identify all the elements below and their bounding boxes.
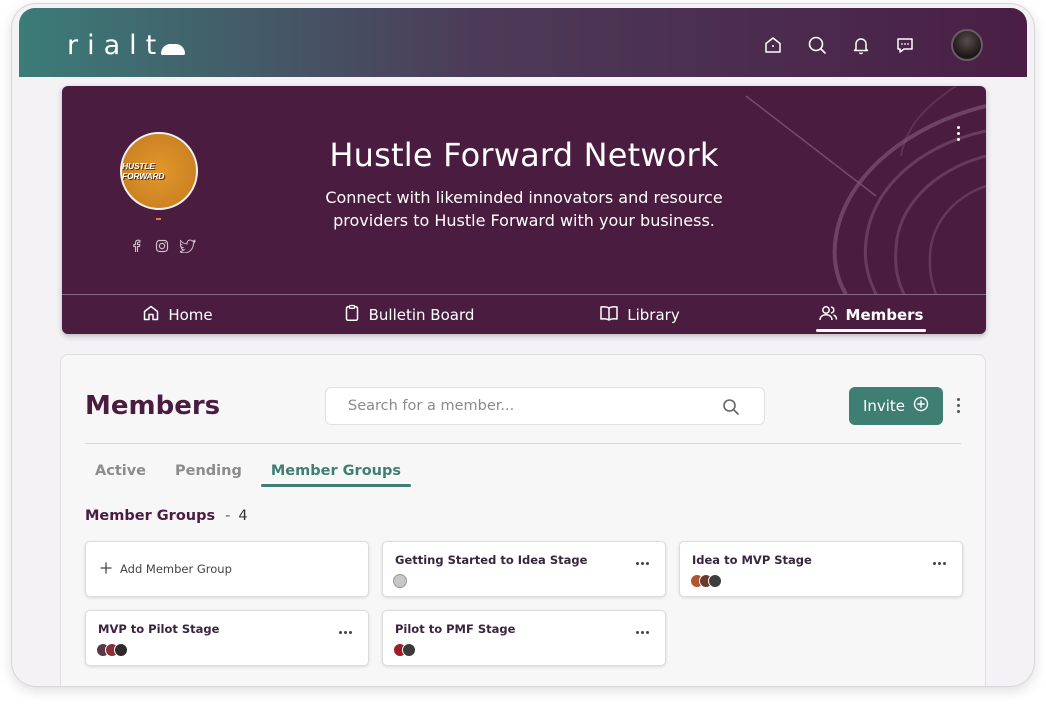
more-horizontal-icon[interactable] [339,631,352,634]
nav-bulletin-board[interactable]: Bulletin Board [293,295,524,334]
nav-home[interactable]: Home [62,295,293,334]
logo-hat-mark [161,44,186,55]
member-group-card[interactable]: MVP to Pilot Stage [85,610,369,666]
member-avatars [690,574,722,588]
member-group-name: MVP to Pilot Stage [98,622,220,636]
plus-icon [100,561,112,577]
member-group-card[interactable]: Getting Started to Idea Stage [382,541,666,597]
social-links [128,238,196,254]
facebook-icon[interactable] [128,238,144,254]
community-name: Hustle Forward Network [329,136,719,174]
nav-members-label: Members [845,305,924,324]
tab-member-groups[interactable]: Member Groups [260,459,412,487]
header-divider [85,443,961,444]
nav-bulletin-board-label: Bulletin Board [368,305,475,324]
tab-pending[interactable]: Pending [165,459,252,487]
community-logo: HUSTLE FORWARD [120,132,198,210]
bell-icon[interactable] [851,35,871,55]
avatar [114,643,128,657]
community-logo-text: HUSTLE FORWARD [122,161,165,181]
more-horizontal-icon[interactable] [636,631,649,634]
nav-members[interactable]: Members [755,295,986,334]
member-group-name: Pilot to PMF Stage [395,622,516,636]
member-avatars [393,643,416,657]
search-input[interactable] [348,398,708,414]
avatar [708,574,722,588]
member-group-card[interactable]: Pilot to PMF Stage [382,610,666,666]
banner-more-icon[interactable] [957,126,960,141]
home-icon [142,304,160,326]
member-group-name: Getting Started to Idea Stage [395,553,588,567]
nav-library[interactable]: Library [524,295,755,334]
twitter-icon[interactable] [180,238,196,254]
banner-decoration [745,86,986,294]
member-group-name: Idea to MVP Stage [692,553,812,567]
home-icon[interactable] [763,35,783,55]
member-groups-label: Member Groups [85,508,216,524]
page-title: Members [85,391,221,421]
clipboard-icon [343,304,361,326]
member-avatars [393,574,407,588]
app-logo-text: rialt [67,30,166,61]
add-member-group-label: Add Member Group [120,562,232,576]
member-group-card[interactable]: Idea to MVP Stage [679,541,963,597]
app-logo[interactable]: rialt [67,30,186,61]
instagram-icon[interactable] [154,238,170,254]
user-avatar[interactable] [951,29,983,61]
member-search [325,387,765,425]
members-more-icon[interactable] [957,398,960,413]
tab-active[interactable]: Active [85,459,156,487]
avatar [402,643,416,657]
member-groups-count: 4 [238,508,248,524]
member-tabs: Active Pending Member Groups [85,459,420,487]
member-groups-separator: - [225,508,231,524]
invite-button[interactable]: Invite [849,387,943,425]
invite-button-label: Invite [862,397,906,415]
more-horizontal-icon[interactable] [636,562,649,565]
users-icon [818,304,838,326]
app-window: rialt HUSTLE FORWARD Hustle Forward Netw… [12,4,1034,686]
more-horizontal-icon[interactable] [933,562,946,565]
members-panel: Members Invite Active Pending Member Gro… [60,354,986,686]
member-avatars [96,643,128,657]
book-icon [599,304,619,326]
add-member-group-button[interactable]: Add Member Group [85,541,369,597]
search-icon[interactable] [807,35,827,55]
community-banner: HUSTLE FORWARD Hustle Forward Network Co… [62,86,986,334]
top-bar-icons [763,29,983,61]
nav-home-label: Home [168,305,213,324]
top-bar: rialt [19,8,1027,77]
plus-circle-icon [913,396,929,416]
avatar [393,574,407,588]
member-groups-heading: Member Groups -4 [85,508,248,524]
chat-icon[interactable] [895,35,915,55]
nav-library-label: Library [627,305,680,324]
logo-divider [156,218,161,220]
search-icon[interactable] [722,398,740,421]
community-nav: Home Bulletin Board Library Members [62,294,986,334]
community-description: Connect with likeminded innovators and r… [325,188,723,230]
